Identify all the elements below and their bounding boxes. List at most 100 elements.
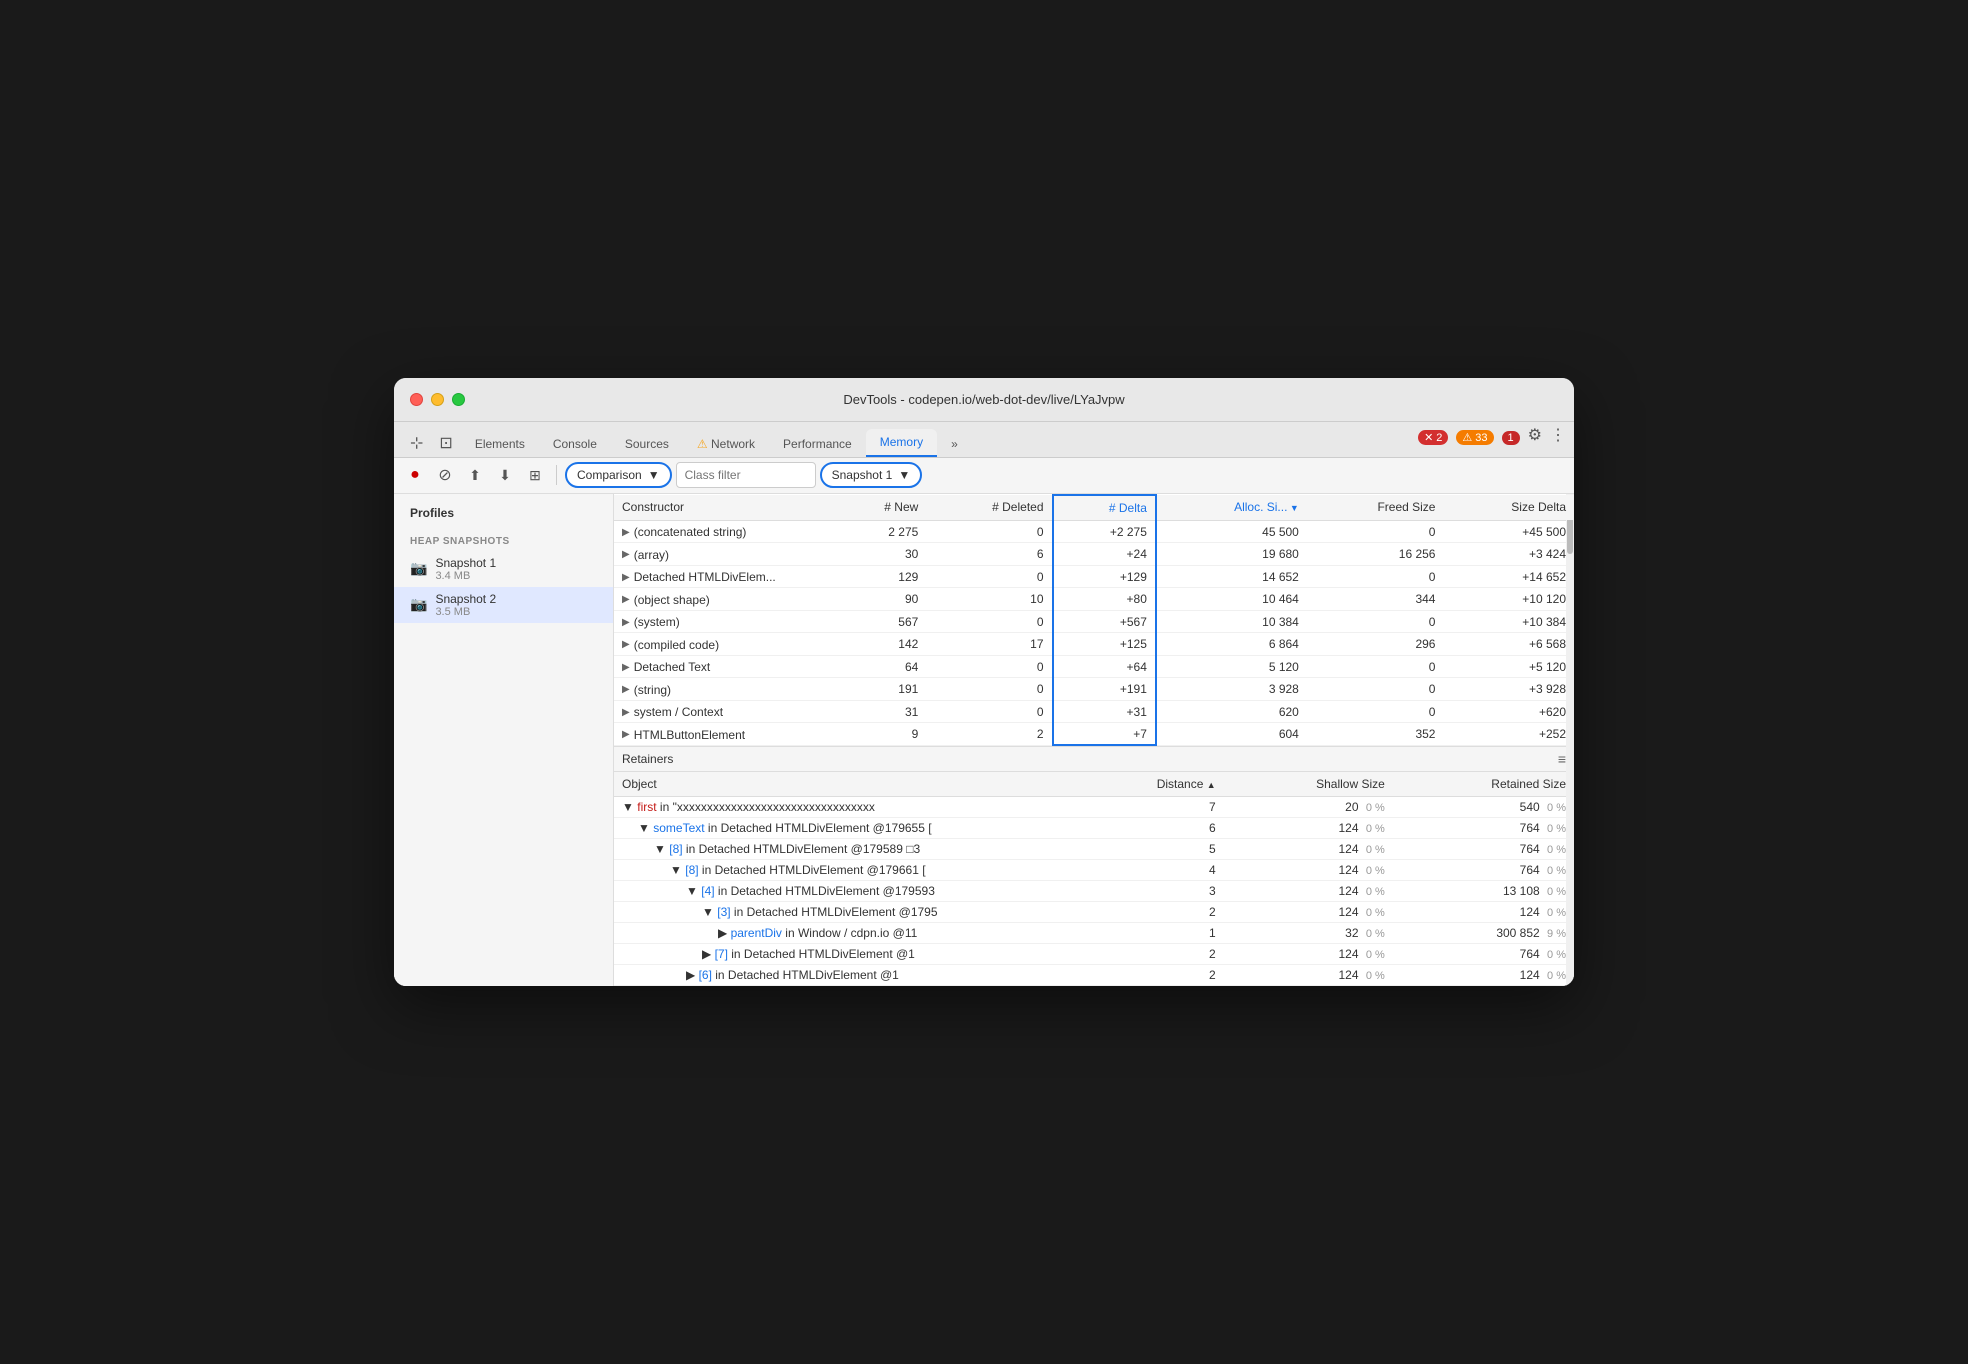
clear-button[interactable]: ⊘ [432, 462, 458, 488]
vertical-scrollbar[interactable] [1566, 494, 1574, 987]
retainer-row[interactable]: ▶ [6] in Detached HTMLDivElement @1 2 12… [614, 965, 1574, 986]
comparison-row[interactable]: ▶ (object shape) 90 10 +80 10 464 344 +1… [614, 588, 1574, 611]
col-header-delta[interactable]: # Delta [1053, 495, 1156, 521]
retainer-row[interactable]: ▼ [3] in Detached HTMLDivElement @1795 2… [614, 902, 1574, 923]
cell-delta: +567 [1053, 610, 1156, 633]
comparison-table: Constructor # New # Deleted # Delta Allo… [614, 494, 1574, 747]
comparison-row[interactable]: ▶ (array) 30 6 +24 19 680 16 256 +3 424 [614, 543, 1574, 566]
row-expand-icon[interactable]: ▶ [622, 594, 630, 605]
sidebar-item-snapshot2[interactable]: 📷 Snapshot 2 3.5 MB [394, 587, 613, 623]
comparison-dropdown[interactable]: Comparison ▼ [565, 462, 672, 488]
minimize-button[interactable] [431, 393, 444, 406]
row-expand-icon[interactable]: ▶ [622, 707, 630, 718]
cell-size-delta: +5 120 [1443, 655, 1574, 678]
window-title: DevTools - codepen.io/web-dot-dev/live/L… [843, 392, 1124, 407]
row-expand-icon[interactable]: ▶ [622, 662, 630, 673]
cell-constructor: ▶ (array) [614, 543, 834, 566]
row-expand-icon[interactable]: ▼ [670, 863, 682, 877]
row-expand-icon[interactable]: ▼ [686, 884, 698, 898]
snapshot-dropdown[interactable]: Snapshot 1 ▼ [820, 462, 923, 488]
retainers-menu-icon[interactable]: ≡ [1558, 751, 1566, 767]
col-header-deleted[interactable]: # Deleted [926, 495, 1052, 521]
maximize-button[interactable] [452, 393, 465, 406]
tab-sources[interactable]: Sources [611, 431, 683, 457]
col-header-constructor[interactable]: Constructor [614, 495, 834, 521]
collect-garbage-button[interactable]: ⊞ [522, 462, 548, 488]
tab-cursor[interactable]: ⊹ [402, 429, 431, 457]
tab-performance[interactable]: Performance [769, 431, 866, 457]
cell-new: 142 [834, 633, 926, 656]
comparison-row[interactable]: ▶ (concatenated string) 2 275 0 +2 275 4… [614, 520, 1574, 543]
ret-context: in Detached HTMLDivElement @179589 □3 [683, 842, 921, 856]
more-options-icon[interactable]: ⋮ [1550, 425, 1566, 451]
tab-console[interactable]: Console [539, 431, 611, 457]
record-button[interactable]: ● [402, 462, 428, 488]
tab-elements[interactable]: Elements [461, 431, 539, 457]
row-expand-icon[interactable]: ▼ [654, 842, 666, 856]
row-expand-icon[interactable]: ▶ [622, 684, 630, 695]
row-expand-icon[interactable]: ▼ [622, 800, 634, 814]
retainer-row[interactable]: ▶ [7] in Detached HTMLDivElement @1 2 12… [614, 944, 1574, 965]
col-header-freed-size[interactable]: Freed Size [1307, 495, 1444, 521]
comparison-row[interactable]: ▶ (system) 567 0 +567 10 384 0 +10 384 [614, 610, 1574, 633]
comparison-row[interactable]: ▶ (compiled code) 142 17 +125 6 864 296 … [614, 633, 1574, 656]
settings-icon[interactable]: ⚙ [1528, 425, 1542, 451]
ret-cell-retained: 764 0 % [1393, 839, 1574, 860]
row-expand-icon[interactable]: ▶ [622, 639, 630, 650]
comparison-row[interactable]: ▶ HTMLButtonElement 9 2 +7 604 352 +252 [614, 723, 1574, 746]
comparison-row[interactable]: ▶ Detached HTMLDivElem... 129 0 +129 14 … [614, 565, 1574, 588]
cell-constructor: ▶ Detached HTMLDivElem... [614, 565, 834, 588]
retainer-row[interactable]: ▼ someText in Detached HTMLDivElement @1… [614, 818, 1574, 839]
ret-col-retained[interactable]: Retained Size [1393, 772, 1574, 797]
comparison-row[interactable]: ▶ system / Context 31 0 +31 620 0 +620 [614, 700, 1574, 723]
cell-delta: +191 [1053, 678, 1156, 701]
comparison-row[interactable]: ▶ (string) 191 0 +191 3 928 0 +3 928 [614, 678, 1574, 701]
ret-key-blue: [7] [715, 947, 728, 961]
row-expand-icon[interactable]: ▶ [622, 527, 630, 538]
cell-alloc-size: 604 [1156, 723, 1307, 746]
close-button[interactable] [410, 393, 423, 406]
ret-context: in "xxxxxxxxxxxxxxxxxxxxxxxxxxxxxxxxx [657, 800, 875, 814]
row-expand-icon[interactable]: ▶ [686, 968, 695, 982]
comparison-table-container: Constructor # New # Deleted # Delta Allo… [614, 494, 1574, 747]
cell-new: 191 [834, 678, 926, 701]
retainer-row[interactable]: ▼ first in "xxxxxxxxxxxxxxxxxxxxxxxxxxxx… [614, 797, 1574, 818]
cell-alloc-size: 19 680 [1156, 543, 1307, 566]
retainer-row[interactable]: ▼ [8] in Detached HTMLDivElement @179589… [614, 839, 1574, 860]
cell-size-delta: +6 568 [1443, 633, 1574, 656]
cell-new: 129 [834, 565, 926, 588]
ret-col-object[interactable]: Object [614, 772, 1074, 797]
col-header-new[interactable]: # New [834, 495, 926, 521]
row-expand-icon[interactable]: ▼ [638, 821, 650, 835]
download-button[interactable]: ⬇ [492, 462, 518, 488]
upload-button[interactable]: ⬆ [462, 462, 488, 488]
row-expand-icon[interactable]: ▶ [622, 549, 630, 560]
row-expand-icon[interactable]: ▶ [718, 926, 727, 940]
ret-key-blue: [3] [717, 905, 730, 919]
row-expand-icon[interactable]: ▶ [622, 617, 630, 628]
snapshot1-size: 3.4 MB [435, 570, 496, 582]
row-expand-icon[interactable]: ▶ [702, 947, 711, 961]
class-filter-input[interactable] [676, 462, 816, 488]
col-header-alloc-size[interactable]: Alloc. Si... [1156, 495, 1307, 521]
ret-col-distance[interactable]: Distance ▲ [1074, 772, 1224, 797]
comparison-row[interactable]: ▶ Detached Text 64 0 +64 5 120 0 +5 120 [614, 655, 1574, 678]
retainer-row[interactable]: ▼ [8] in Detached HTMLDivElement @179661… [614, 860, 1574, 881]
retainers-title: Retainers [622, 752, 673, 766]
warning-badge: ⚠ 33 [1456, 430, 1493, 445]
retainer-row[interactable]: ▶ parentDiv in Window / cdpn.io @11 1 32… [614, 923, 1574, 944]
warning-icon: ⚠ [1462, 431, 1472, 444]
tab-network[interactable]: ⚠ Network [683, 431, 769, 457]
retainer-row[interactable]: ▼ [4] in Detached HTMLDivElement @179593… [614, 881, 1574, 902]
cell-delta: +125 [1053, 633, 1156, 656]
col-header-size-delta[interactable]: Size Delta [1443, 495, 1574, 521]
cell-new: 567 [834, 610, 926, 633]
row-expand-icon[interactable]: ▶ [622, 572, 630, 583]
row-expand-icon[interactable]: ▼ [702, 905, 714, 919]
tab-memory[interactable]: Memory [866, 429, 937, 457]
row-expand-icon[interactable]: ▶ [622, 729, 630, 740]
tab-inspector[interactable]: ⊡ [431, 429, 460, 457]
sidebar-item-snapshot1[interactable]: 📷 Snapshot 1 3.4 MB [394, 551, 613, 587]
tab-more[interactable]: » [937, 431, 972, 457]
ret-col-shallow[interactable]: Shallow Size [1224, 772, 1393, 797]
